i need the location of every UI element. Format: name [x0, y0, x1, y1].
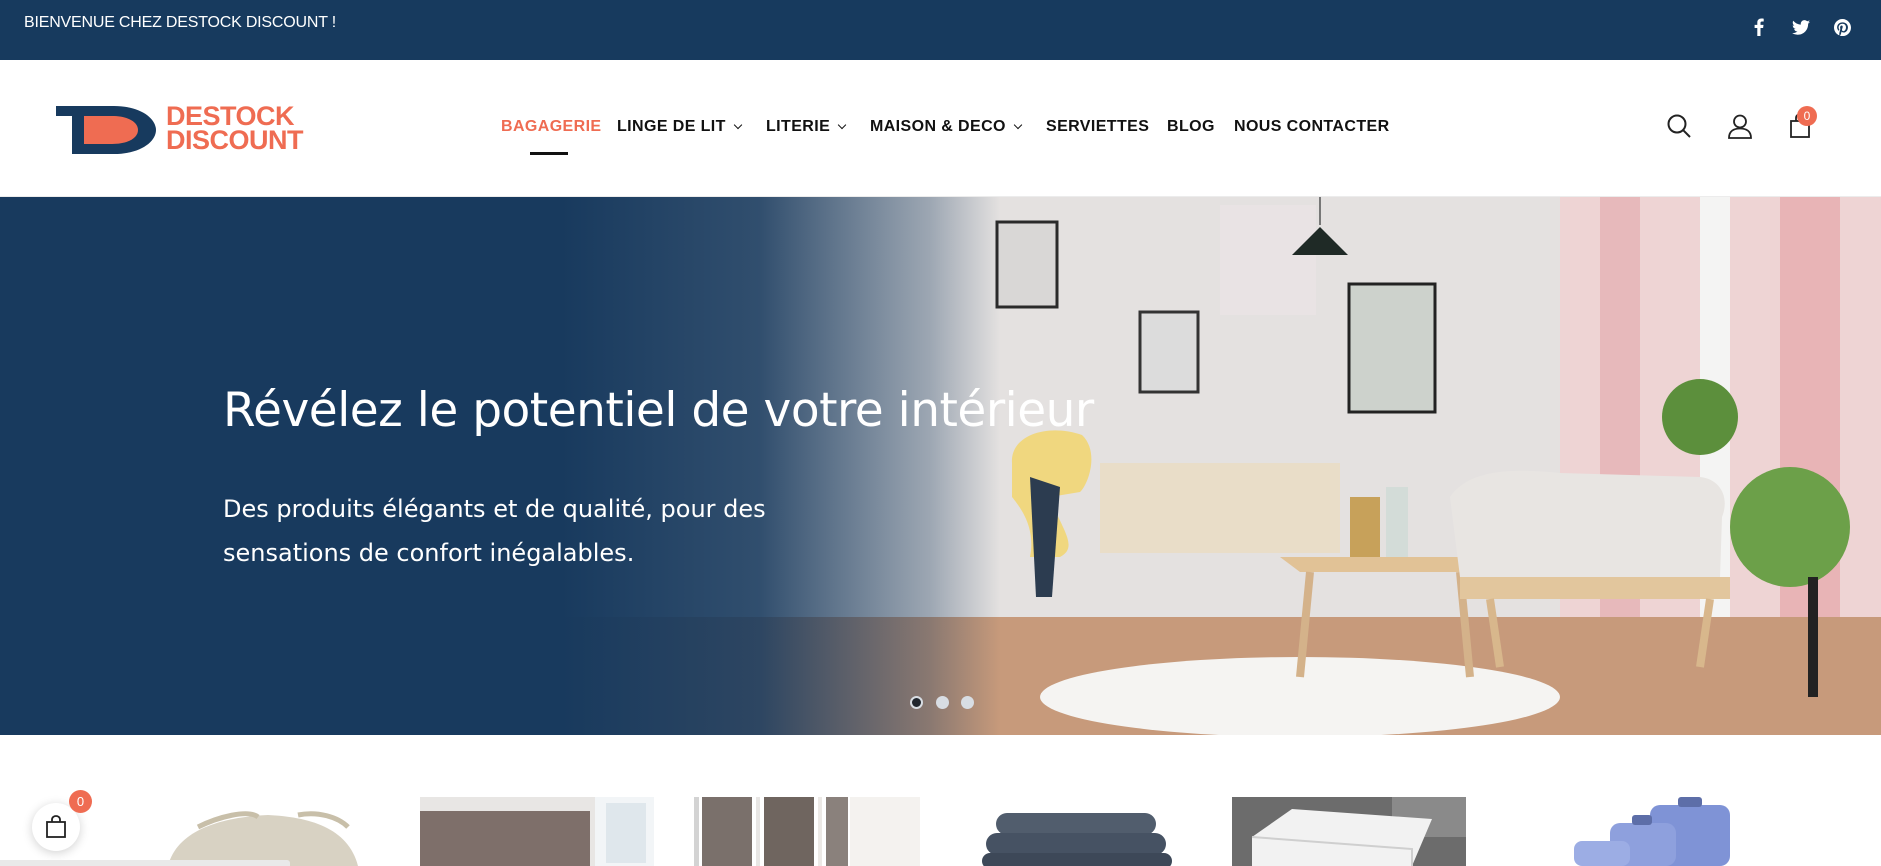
chevron-down-icon — [733, 120, 743, 130]
hero-overlay — [0, 197, 1881, 735]
seat-cushion-image — [148, 797, 382, 866]
active-nav-indicator — [530, 152, 568, 155]
slider-dot-1[interactable] — [910, 696, 923, 709]
nav-item-literie[interactable]: LITERIE — [766, 118, 847, 136]
twitter-icon[interactable] — [1790, 16, 1812, 38]
logo-line-2: DISCOUNT — [166, 125, 304, 155]
bottom-drawer-edge — [0, 860, 290, 866]
nav-label: BLOG — [1167, 118, 1215, 135]
category-mattress[interactable] — [1232, 797, 1466, 866]
category-curtains[interactable] — [694, 797, 928, 866]
site-header: DESTOCK DISCOUNT BAGAGERIE LINGE DE LIT … — [0, 60, 1881, 197]
pinterest-icon[interactable] — [1831, 16, 1853, 38]
chevron-down-icon — [1013, 120, 1023, 130]
slider-dot-2[interactable] — [936, 696, 949, 709]
category-seat-cushions[interactable] — [148, 797, 382, 866]
category-towels[interactable] — [966, 797, 1200, 866]
slider-dot-3[interactable] — [961, 696, 974, 709]
nav-label: SERVIETTES — [1046, 118, 1150, 135]
headboard-image — [420, 797, 654, 866]
hero-title: Révélez le potentiel de votre intérieur — [223, 383, 1094, 438]
towels-image — [966, 797, 1200, 866]
nav-label: LITERIE — [766, 118, 831, 135]
mattress-image — [1232, 797, 1466, 866]
nav-item-blog[interactable]: BLOG — [1167, 118, 1215, 136]
luggage-image — [1530, 797, 1764, 866]
site-logo[interactable]: DESTOCK DISCOUNT — [54, 102, 324, 158]
chevron-down-icon — [837, 120, 847, 130]
nav-item-nous-contacter[interactable]: NOUS CONTACTER — [1234, 118, 1390, 136]
logo-wordmark: DESTOCK DISCOUNT — [166, 103, 304, 155]
floating-cart-badge: 0 — [69, 790, 92, 813]
nav-label: BAGAGERIE — [501, 118, 602, 135]
nav-item-maison-deco[interactable]: MAISON & DECO — [870, 118, 1023, 136]
nav-item-bagagerie[interactable]: BAGAGERIE — [501, 118, 602, 136]
shopping-bag-icon — [46, 815, 66, 838]
nav-item-linge-de-lit[interactable]: LINGE DE LIT — [617, 118, 743, 136]
cart-count-badge: 0 — [1797, 106, 1817, 126]
category-headboard[interactable] — [420, 797, 654, 866]
user-icon[interactable] — [1724, 110, 1756, 142]
nav-label: NOUS CONTACTER — [1234, 118, 1390, 135]
top-bar: BIENVENUE CHEZ DESTOCK DISCOUNT ! — [0, 0, 1881, 60]
nav-label: MAISON & DECO — [870, 118, 1006, 135]
nav-item-serviettes[interactable]: SERVIETTES — [1046, 118, 1149, 136]
facebook-icon[interactable] — [1748, 16, 1770, 38]
welcome-message: BIENVENUE CHEZ DESTOCK DISCOUNT ! — [24, 14, 336, 31]
hero-slider: Révélez le potentiel de votre intérieur … — [0, 197, 1881, 735]
category-luggage[interactable] — [1530, 797, 1764, 866]
curtains-image — [694, 797, 928, 866]
hero-subtitle: Des produits élégants et de qualité, pou… — [223, 495, 766, 567]
nav-label: LINGE DE LIT — [617, 118, 726, 135]
search-icon[interactable] — [1663, 110, 1695, 142]
logo-mark-icon — [56, 106, 156, 154]
